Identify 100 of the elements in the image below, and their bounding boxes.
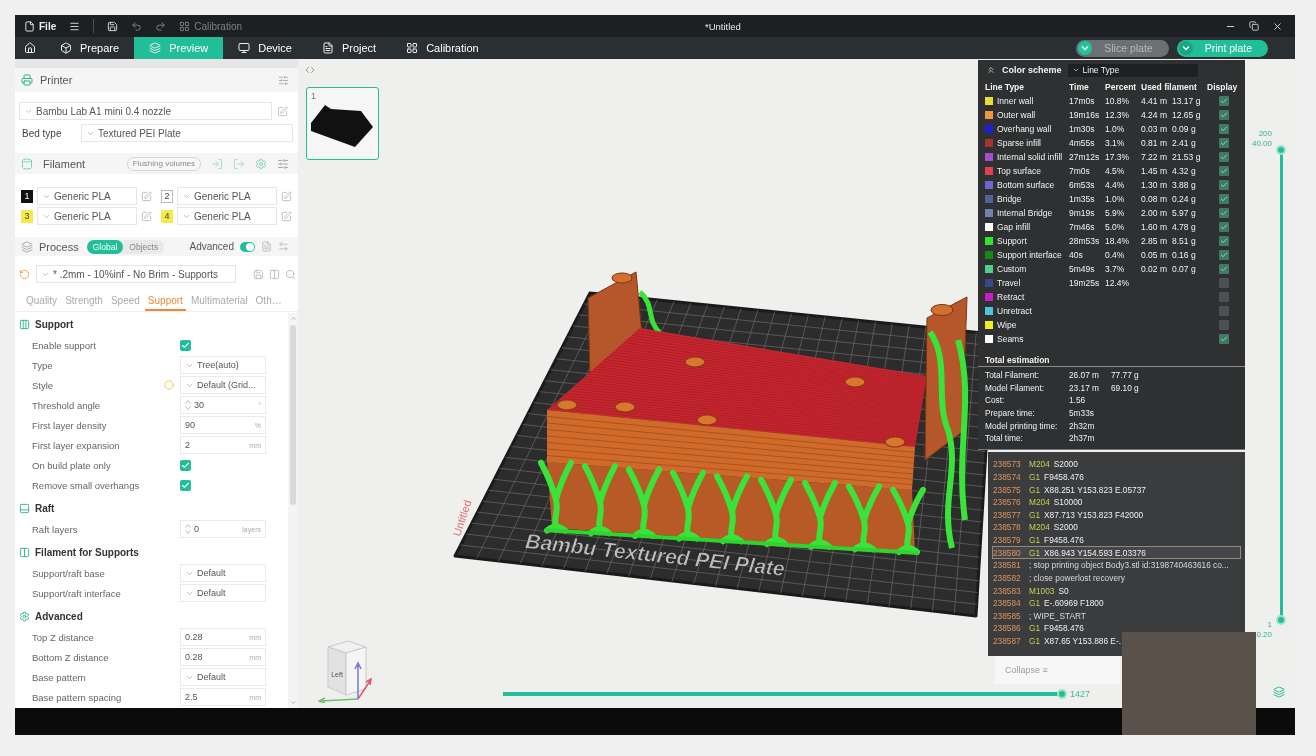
sliders-icon[interactable]: [278, 74, 289, 86]
display-checkbox[interactable]: [1218, 110, 1229, 120]
process-preset-select[interactable]: * .2mm - 10%inf - No Brim - Supports: [36, 265, 236, 283]
scrollbar-track[interactable]: [288, 313, 298, 708]
chevrons-up-icon[interactable]: [986, 65, 996, 75]
display-checkbox[interactable]: [1218, 320, 1229, 330]
section-title: Printer: [40, 74, 73, 86]
layers-icon[interactable]: [1273, 686, 1285, 698]
gear-icon[interactable]: [255, 157, 267, 170]
display-checkbox[interactable]: [1218, 180, 1229, 190]
nav-tab[interactable]: Prepare: [45, 37, 135, 59]
restore-icon[interactable]: [1249, 21, 1259, 31]
display-checkbox[interactable]: [1218, 208, 1229, 218]
edit-icon[interactable]: [141, 210, 152, 222]
display-checkbox[interactable]: [1218, 334, 1229, 344]
percent-value: 1.0%: [1105, 194, 1126, 204]
document-icon: [321, 42, 334, 54]
display-checkbox[interactable]: [1218, 306, 1229, 316]
bed-type-select[interactable]: Textured PEI Plate: [81, 124, 293, 142]
display-checkbox[interactable]: [1218, 194, 1229, 204]
display-checkbox[interactable]: [1218, 222, 1229, 232]
weight-value: 3.88 g: [1172, 180, 1197, 190]
display-checkbox[interactable]: [1218, 124, 1229, 134]
filament-select[interactable]: Generic PLA: [177, 207, 277, 225]
document-icon[interactable]: [261, 241, 272, 252]
weight-value: 13.17 g: [1172, 96, 1202, 106]
sidebar-toggle-icon[interactable]: [304, 64, 316, 76]
setting-select[interactable]: Default: [180, 584, 266, 602]
column-header: Display: [1207, 82, 1239, 92]
display-checkbox[interactable]: [1218, 138, 1229, 148]
layer-slider-upper-thumb[interactable]: [1276, 145, 1286, 155]
checkbox[interactable]: [180, 479, 191, 491]
spinner-arrows-icon[interactable]: [185, 523, 191, 535]
edit-icon[interactable]: [281, 210, 292, 222]
percent-value: 4.5%: [1105, 166, 1126, 176]
arrow-out-icon[interactable]: [233, 157, 245, 170]
setting-label: Raft layers: [32, 523, 79, 535]
checkbox[interactable]: [180, 339, 191, 351]
edit-icon[interactable]: [277, 105, 288, 117]
checkbox[interactable]: [180, 459, 191, 471]
ring-icon[interactable]: [164, 380, 174, 390]
scroll-down-icon[interactable]: [289, 699, 297, 706]
setting-select[interactable]: Default (Grid...: [180, 376, 266, 394]
chevron-disc-icon[interactable]: [1178, 41, 1193, 55]
panel-icon: [19, 502, 30, 514]
undo-icon[interactable]: [131, 20, 143, 32]
cylinder-icon: [21, 157, 33, 170]
display-checkbox[interactable]: [1218, 292, 1229, 302]
arrows-icon[interactable]: [278, 241, 289, 252]
setting-select[interactable]: Default: [180, 668, 266, 686]
printer-select[interactable]: Bambu Lab A1 mini 0.4 nozzle: [19, 102, 272, 120]
home-icon[interactable]: [24, 42, 36, 54]
checkmark-icon: [181, 340, 190, 350]
file-menu-button[interactable]: File: [24, 20, 57, 32]
layer-slider-lower-thumb[interactable]: [1276, 615, 1286, 625]
line-type-name: Travel: [997, 278, 1021, 288]
checkmark-icon: [1219, 335, 1228, 343]
edit-icon[interactable]: [141, 190, 152, 202]
scroll-up-icon[interactable]: [289, 315, 297, 322]
length-value: 1.60 m: [1141, 222, 1168, 232]
nav-tab[interactable]: Project: [306, 37, 392, 59]
setting-select[interactable]: Default: [180, 564, 266, 582]
column-header: Time: [1069, 82, 1090, 92]
time-value: 1m30s: [1069, 124, 1096, 134]
display-checkbox[interactable]: [1218, 166, 1229, 176]
display-checkbox[interactable]: [1218, 152, 1229, 162]
total-value: 1.56: [1069, 395, 1087, 406]
save-icon[interactable]: [107, 20, 119, 32]
filament-select[interactable]: Generic PLA: [37, 207, 137, 225]
group-title: Raft: [35, 502, 55, 514]
search-icon[interactable]: [285, 268, 296, 280]
move-slider-thumb[interactable]: [1057, 689, 1067, 699]
filament-select[interactable]: Generic PLA: [37, 187, 137, 205]
plate-thumbnail[interactable]: 1: [306, 87, 379, 160]
nav-tab[interactable]: Device: [223, 37, 307, 59]
display-checkbox[interactable]: [1218, 250, 1229, 260]
sliders-icon[interactable]: [277, 157, 289, 170]
nav-tab[interactable]: Calibration: [391, 37, 494, 59]
scrollbar-thumb[interactable]: [290, 325, 296, 505]
length-value: 0.05 m: [1141, 250, 1168, 260]
redo-icon[interactable]: [155, 20, 167, 32]
filament-select[interactable]: Generic PLA: [177, 187, 277, 205]
color-scheme-select[interactable]: Line Type: [1067, 63, 1198, 77]
time-value: 1m35s: [1069, 194, 1096, 204]
edit-icon[interactable]: [281, 190, 292, 202]
reset-icon[interactable]: [19, 268, 30, 280]
weight-value: 8.51 g: [1172, 236, 1197, 246]
display-checkbox[interactable]: [1218, 236, 1229, 246]
close-icon[interactable]: [1272, 20, 1283, 32]
display-checkbox[interactable]: [1218, 278, 1229, 288]
monitor-icon: [238, 42, 251, 54]
setting-select[interactable]: Tree(auto): [180, 356, 266, 374]
display-checkbox[interactable]: [1218, 96, 1229, 106]
advanced-switch[interactable]: [240, 241, 255, 252]
arrow-in-icon[interactable]: [211, 157, 223, 170]
menu-icon[interactable]: [69, 20, 81, 32]
columns-icon[interactable]: [269, 268, 280, 280]
display-checkbox[interactable]: [1218, 264, 1229, 274]
line-type-name: Custom: [997, 264, 1027, 274]
spinner-arrows-icon[interactable]: [185, 399, 191, 411]
